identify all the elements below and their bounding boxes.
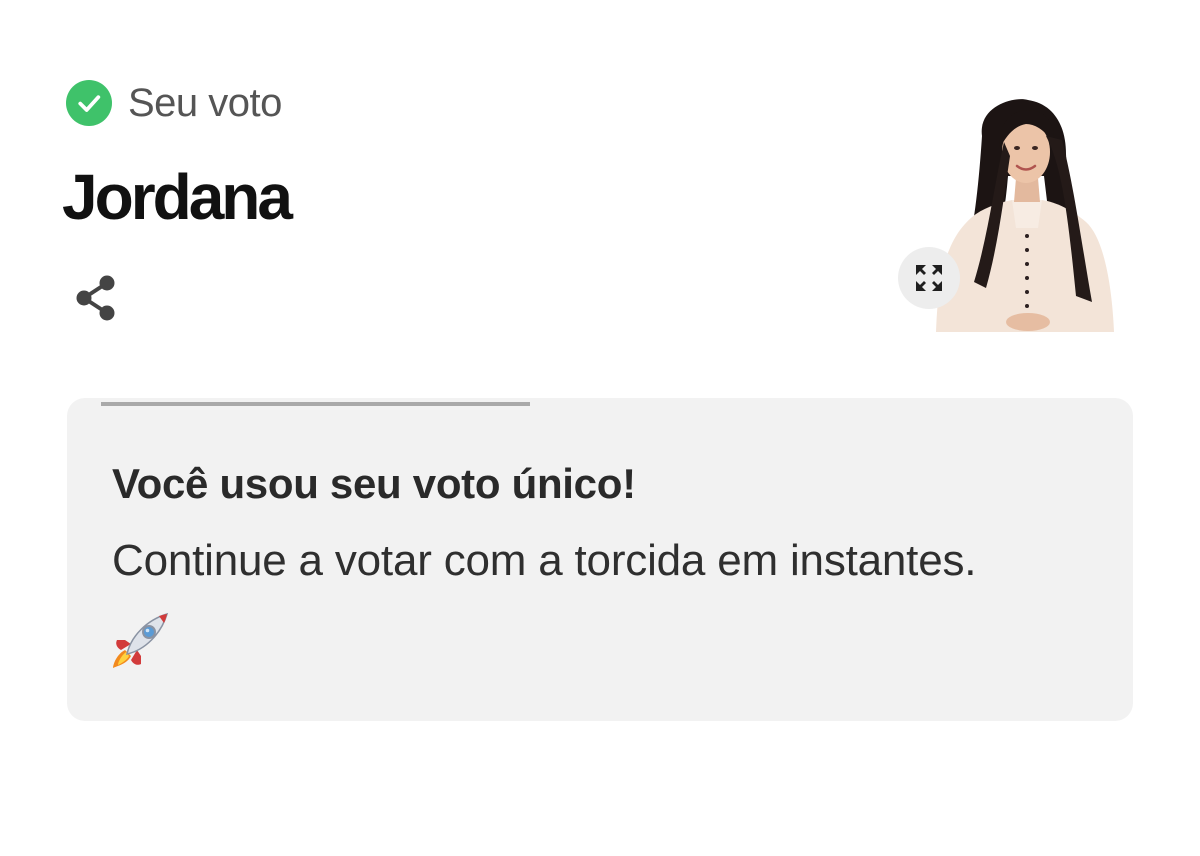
expand-photo-button[interactable] <box>898 247 960 309</box>
candidate-name: Jordana <box>62 161 293 233</box>
notice-title: Você usou seu voto único! <box>112 460 636 507</box>
vote-confirmation-page: Seu voto Jordana Você usou seu voto únic… <box>0 0 1200 856</box>
vote-notice-card: Você usou seu voto único! Continue a vot… <box>67 398 1133 721</box>
vote-status: Seu voto <box>66 80 282 126</box>
vote-status-label: Seu voto <box>128 80 282 125</box>
check-circle-icon <box>66 80 112 126</box>
share-button[interactable] <box>70 272 122 324</box>
progress-bar-fill <box>101 402 531 406</box>
notice-message: Continue a votar com a torcida em instan… <box>112 536 977 585</box>
expand-icon <box>916 265 942 291</box>
rocket-icon <box>111 610 171 670</box>
progress-bar <box>101 402 1099 406</box>
share-icon <box>76 275 115 321</box>
